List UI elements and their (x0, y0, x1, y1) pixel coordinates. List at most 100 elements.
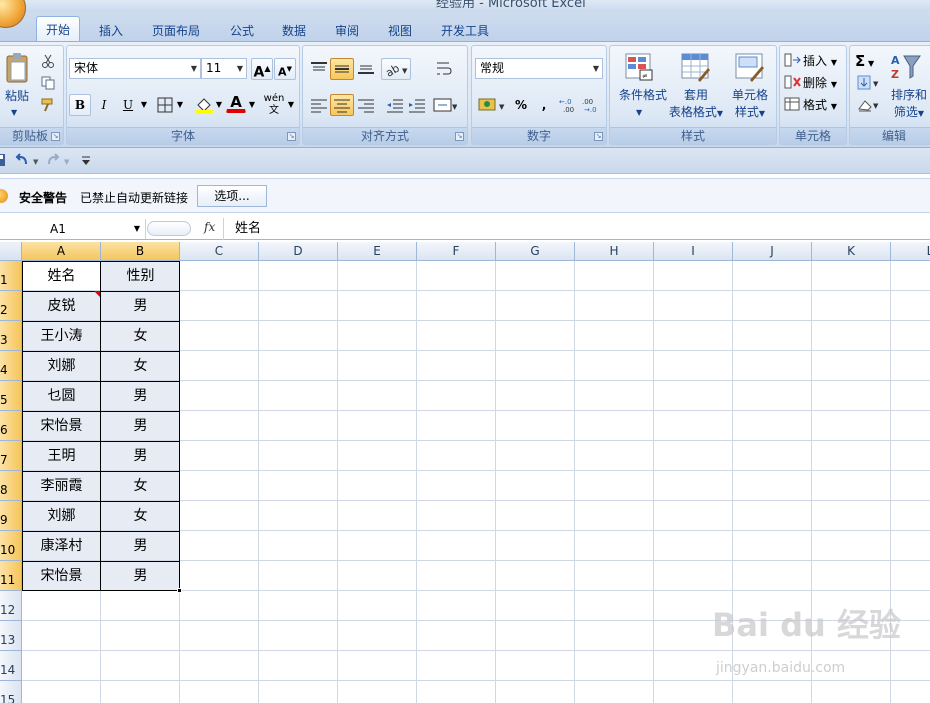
name-box-dropdown-icon[interactable]: ▼ (134, 219, 140, 239)
cell-a6[interactable]: 宋怡景 (22, 411, 101, 441)
cell-b9[interactable]: 女 (101, 501, 180, 531)
row-header-13[interactable]: 13 (0, 621, 22, 651)
cell-b8[interactable]: 女 (101, 471, 180, 501)
clipboard-launcher-icon[interactable]: ↘ (51, 132, 60, 141)
save-icon[interactable] (0, 153, 7, 167)
increase-indent-icon[interactable] (407, 97, 427, 113)
orientation-button[interactable]: ab ▼ (381, 58, 411, 80)
cell-a8[interactable]: 李丽霞 (22, 471, 101, 501)
bold-button[interactable]: B (69, 94, 91, 116)
column-header-l[interactable]: L (891, 242, 930, 261)
shrink-font-button[interactable]: A▼ (274, 58, 296, 80)
row-header-7[interactable]: 7 (0, 441, 22, 471)
border-dropdown-icon[interactable]: ▼ (175, 94, 185, 116)
comment-indicator-icon[interactable] (94, 291, 100, 297)
column-header-b[interactable]: B (101, 242, 180, 261)
column-header-j[interactable]: J (733, 242, 812, 261)
accounting-format-icon[interactable]: ▼ (478, 96, 508, 114)
row-header-5[interactable]: 5 (0, 381, 22, 411)
paste-label[interactable]: 粘贴 (1, 88, 33, 105)
insert-function-icon[interactable]: fx (204, 220, 215, 234)
row-header-8[interactable]: 8 (0, 471, 22, 501)
tab-data[interactable]: 数据 (274, 20, 314, 41)
font-color-button[interactable]: A (226, 92, 246, 113)
number-format-combo[interactable]: 常规 ▼ (475, 58, 603, 79)
font-size-combo[interactable]: 11 ▼ (201, 58, 247, 79)
tab-developer[interactable]: 开发工具 (433, 20, 497, 41)
grow-font-button[interactable]: A▲ (251, 58, 273, 81)
comma-button[interactable]: , (534, 94, 554, 116)
align-bottom-icon[interactable] (356, 61, 376, 75)
row-header-3[interactable]: 3 (0, 321, 22, 351)
tab-home[interactable]: 开始 (36, 16, 81, 43)
format-as-table-label-2[interactable]: 表格格式▼ (666, 104, 726, 122)
formula-input[interactable]: 姓名 (223, 218, 261, 240)
cell-a2[interactable]: 皮锐 (22, 291, 101, 321)
align-center-button[interactable] (330, 94, 354, 116)
tab-view[interactable]: 视图 (380, 20, 420, 41)
format-as-table-icon[interactable] (680, 52, 710, 82)
cell-b1[interactable]: 性别 (101, 261, 180, 291)
decrease-decimal-icon[interactable]: .00→.0 (582, 96, 604, 114)
clear-icon[interactable]: ▼ (857, 97, 881, 113)
cell-a11[interactable]: 宋怡景 (22, 561, 101, 591)
row-header-1[interactable]: 1 (0, 261, 22, 291)
paste-icon[interactable] (5, 52, 29, 84)
decrease-indent-icon[interactable] (385, 97, 405, 113)
tab-review[interactable]: 审阅 (327, 20, 367, 41)
insert-cells-button[interactable]: 插入 ▼ (802, 50, 846, 72)
column-header-a[interactable]: A (22, 242, 101, 261)
cell-a3[interactable]: 王小涛 (22, 321, 101, 351)
underline-dropdown-icon[interactable]: ▼ (139, 94, 149, 116)
tab-insert[interactable]: 插入 (91, 20, 131, 41)
conditional-dropdown-icon[interactable]: ▼ (636, 104, 642, 121)
cell-b3[interactable]: 女 (101, 321, 180, 351)
phonetic-button[interactable]: wén 文 (262, 92, 286, 116)
column-header-i[interactable]: I (654, 242, 733, 261)
security-options-button[interactable]: 选项... (197, 185, 267, 207)
wrap-text-icon[interactable] (435, 60, 453, 78)
row-header-4[interactable]: 4 (0, 351, 22, 381)
percent-button[interactable]: % (510, 94, 532, 116)
customize-qat-icon[interactable] (80, 155, 92, 167)
cell-b7[interactable]: 男 (101, 441, 180, 471)
cell-a10[interactable]: 康泽村 (22, 531, 101, 561)
merge-center-icon[interactable]: ▼ (433, 97, 457, 113)
fill-color-dropdown-icon[interactable]: ▼ (214, 94, 224, 116)
align-right-icon[interactable] (356, 97, 376, 113)
row-header-14[interactable]: 14 (0, 651, 22, 681)
sort-filter-icon[interactable]: A Z (890, 52, 922, 82)
row-header-9[interactable]: 9 (0, 501, 22, 531)
phonetic-dropdown-icon[interactable]: ▼ (286, 94, 296, 116)
align-middle-button[interactable] (330, 58, 354, 80)
number-launcher-icon[interactable]: ↘ (594, 132, 603, 141)
redo-icon[interactable]: ▼ (46, 153, 72, 167)
align-top-icon[interactable] (309, 61, 329, 75)
cell-b2[interactable]: 男 (101, 291, 180, 321)
cell-a7[interactable]: 王明 (22, 441, 101, 471)
select-all-corner[interactable] (0, 242, 22, 261)
cell-a1[interactable]: 姓名 (22, 261, 101, 291)
tab-formulas[interactable]: 公式 (222, 20, 262, 41)
sort-filter-label-1[interactable]: 排序和 (884, 87, 930, 104)
fill-handle[interactable] (177, 588, 182, 593)
cell-b4[interactable]: 女 (101, 351, 180, 381)
row-header-12[interactable]: 12 (0, 591, 22, 621)
underline-button[interactable]: U (117, 94, 139, 116)
alignment-launcher-icon[interactable]: ↘ (455, 132, 464, 141)
copy-icon[interactable] (41, 76, 55, 90)
column-header-h[interactable]: H (575, 242, 654, 261)
cell-b11[interactable]: 男 (101, 561, 180, 591)
increase-decimal-icon[interactable]: ←.0.00 (559, 96, 581, 114)
paste-dropdown-icon[interactable]: ▼ (11, 104, 17, 121)
column-header-f[interactable]: F (417, 242, 496, 261)
cell-b6[interactable]: 男 (101, 411, 180, 441)
row-header-6[interactable]: 6 (0, 411, 22, 441)
cell-styles-label-1[interactable]: 单元格 (726, 87, 774, 104)
align-left-icon[interactable] (309, 97, 329, 113)
conditional-formatting-label[interactable]: 条件格式 (614, 87, 672, 104)
delete-cells-button[interactable]: 删除 ▼ (802, 72, 846, 94)
fill-color-icon[interactable] (195, 96, 213, 114)
sort-filter-label-2[interactable]: 筛选▼ (884, 104, 930, 122)
row-header-11[interactable]: 11 (0, 561, 22, 591)
